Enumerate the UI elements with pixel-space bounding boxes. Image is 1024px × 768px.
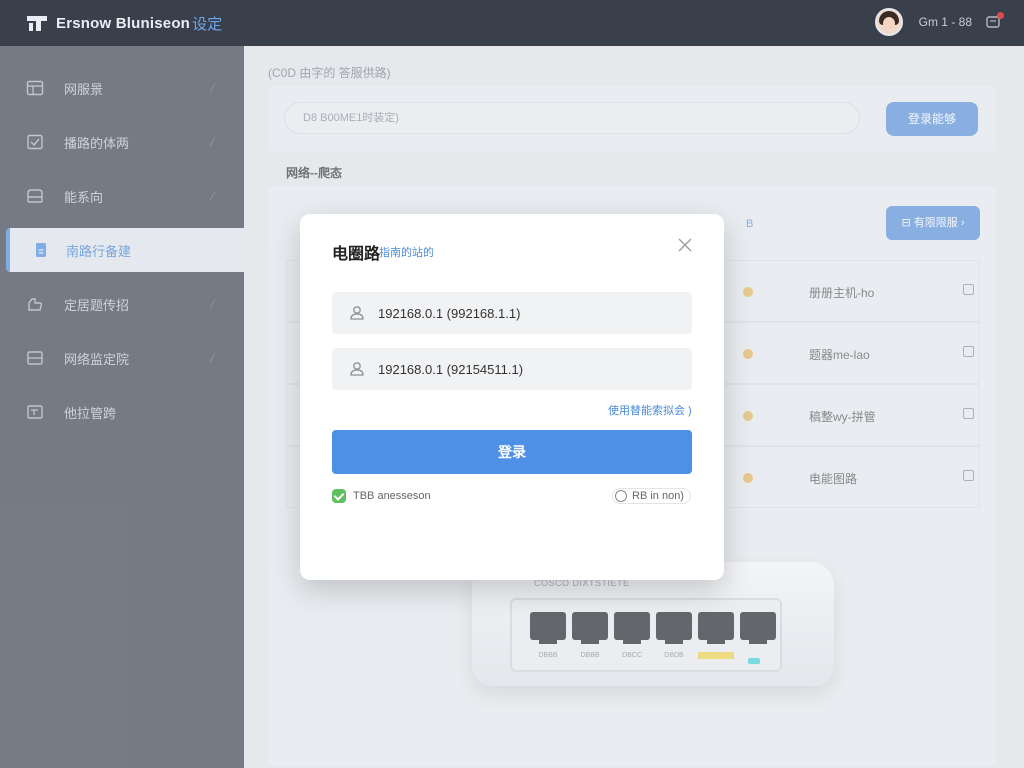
app-title-accent: 设定 [192, 15, 223, 33]
top-bar: Ersnow Bluniseon 设定 Gm 1 - 88 [0, 0, 1024, 46]
app-logo[interactable]: Ersnow Bluniseon 设定 [26, 13, 222, 34]
notification-dot [997, 12, 1004, 19]
help-link[interactable]: RB in non) [612, 488, 691, 504]
remember-me[interactable]: TBB anesseson [332, 489, 431, 503]
modal-title: 电圈路 [332, 246, 381, 263]
login-modal: 电圈路 指南的站的 使用替能索拟会 ) 登录 TBB anesseson RB … [300, 214, 724, 580]
remember-label: TBB anesseson [353, 490, 431, 502]
user-name[interactable]: Gm 1 - 88 [919, 15, 972, 29]
modal-subtitle[interactable]: 指南的站的 [379, 244, 434, 260]
forgot-link[interactable]: 使用替能索拟会 ) [608, 402, 692, 418]
user-icon [350, 362, 364, 376]
remember-checkbox[interactable] [332, 489, 346, 503]
help-icon [615, 490, 627, 502]
password-input[interactable] [378, 358, 678, 380]
brand-icon [27, 16, 47, 31]
close-icon[interactable] [676, 236, 694, 254]
user-avatar[interactable] [874, 8, 903, 36]
address-field[interactable] [332, 292, 692, 334]
user-icon [350, 306, 364, 320]
password-field[interactable] [332, 348, 692, 390]
address-input[interactable] [378, 302, 678, 324]
login-button[interactable]: 登录 [332, 430, 692, 474]
help-label: RB in non) [632, 490, 684, 502]
notification-bell-icon[interactable] [986, 12, 1004, 29]
app-title: Ersnow Bluniseon [56, 14, 191, 32]
